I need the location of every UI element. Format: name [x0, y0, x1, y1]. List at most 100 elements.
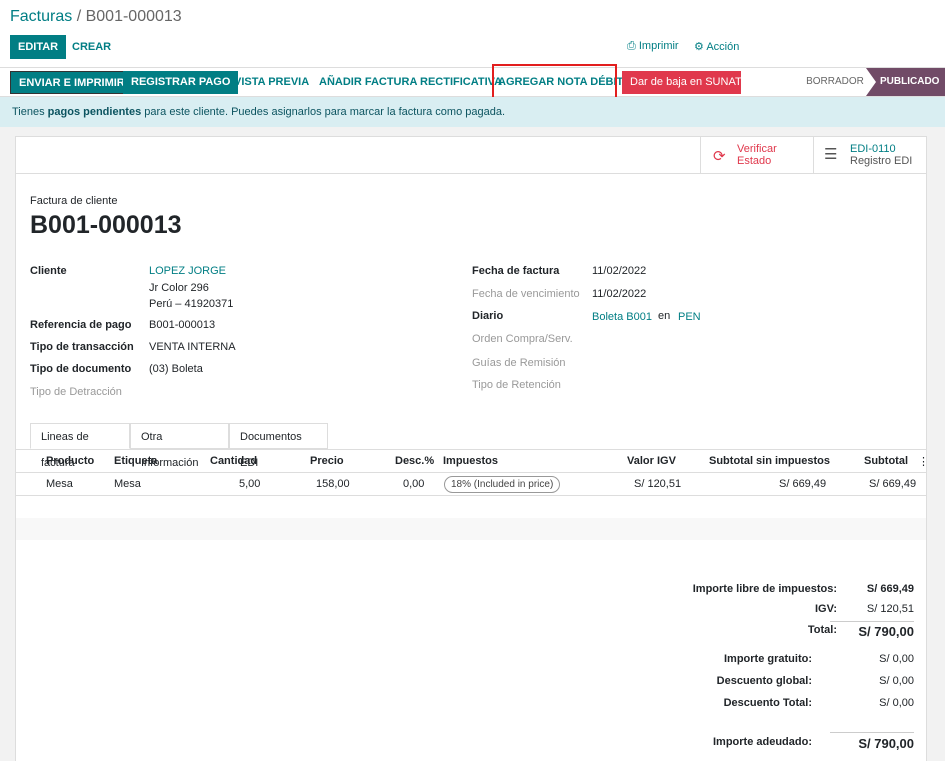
print-label: Imprimir [638, 40, 679, 52]
purchase-order-label: Orden Compra/Serv. [472, 333, 573, 345]
transaction-type-value[interactable]: VENTA INTERNA [149, 341, 236, 353]
col-subtotal[interactable]: Subtotal [864, 455, 908, 467]
refresh-icon: ⟳ [713, 148, 726, 165]
alert-text-bold: pagos pendientes [47, 106, 142, 118]
verify-label-2: Estado [737, 155, 772, 167]
free-amount-label: Importe gratuito: [724, 653, 812, 665]
col-product[interactable]: Producto [46, 455, 94, 467]
row-divider [16, 495, 926, 496]
register-payment-button[interactable]: REGISTRAR PAGO [123, 71, 239, 94]
edi-label-1: EDI-0110 [850, 143, 896, 155]
sunat-cancel-button[interactable]: Dar de baja en SUNAT [622, 71, 742, 94]
column-options-icon[interactable]: ⋮ [918, 455, 929, 468]
cell-label[interactable]: Mesa [114, 478, 141, 490]
client-address-1: Jr Color 296 [149, 282, 209, 294]
col-subtotal-no-tax[interactable]: Subtotal sin impuestos [709, 455, 830, 467]
create-button[interactable]: CREAR [72, 35, 111, 59]
alert-text-start: Tienes [12, 106, 48, 118]
total-discount-value: S/ 0,00 [879, 697, 914, 709]
retention-type-label: Tipo de Retención [472, 379, 561, 391]
tab-invoice-lines[interactable]: Lineas de factura [30, 423, 130, 469]
free-amount-value: S/ 0,00 [879, 653, 914, 665]
server-icon: ☰ [824, 146, 838, 163]
alert-text-end: para este cliente. Puedes asignarlos par… [141, 106, 506, 118]
empty-row [16, 518, 926, 540]
add-debit-note-button[interactable]: AGREGAR NOTA DÉBITO [490, 71, 640, 94]
pending-payments-alert: Tienes pagos pendientes para este client… [0, 97, 945, 127]
journal-in-text: en [658, 310, 671, 322]
document-type-value[interactable]: (03) Boleta [149, 363, 203, 375]
cell-product[interactable]: Mesa [46, 478, 73, 490]
igv-value: S/ 120,51 [866, 603, 914, 615]
total-value: S/ 790,00 [858, 624, 914, 639]
total-label: Total: [807, 624, 837, 636]
tab-edi-documents[interactable]: Documentos EDI [229, 423, 328, 469]
button-box: ⟳ Verificar Estado ☰ EDI-0110 Registro E… [16, 137, 926, 174]
client-name[interactable]: LOPEZ JORGE [149, 265, 226, 277]
invoice-date-value[interactable]: 11/02/2022 [592, 265, 646, 277]
col-quantity[interactable]: Cantidad [210, 455, 257, 467]
currency-value[interactable]: PEN [678, 311, 701, 323]
col-label[interactable]: Etiqueta [114, 455, 157, 467]
transaction-type-label: Tipo de transacción [30, 341, 134, 353]
due-date-label: Fecha de vencimiento [472, 288, 580, 300]
client-address-2: Perú – 41920371 [149, 298, 234, 310]
tax-badge[interactable]: 18% (Included in price) [444, 476, 561, 493]
state-draft: BORRADOR [806, 76, 864, 87]
due-divider [830, 732, 914, 733]
breadcrumb-separator: / [76, 8, 82, 25]
verify-label-1: Verificar [737, 143, 777, 155]
print-dropdown[interactable]: ⎙ Imprimir [627, 40, 679, 53]
col-igv[interactable]: Valor IGV [627, 455, 676, 467]
document-type: Factura de cliente [30, 195, 118, 207]
edi-label-2: Registro EDI [850, 155, 913, 167]
col-taxes[interactable]: Impuestos [443, 455, 498, 467]
invoice-date-label: Fecha de factura [472, 265, 560, 277]
document-type-label: Tipo de documento [30, 363, 132, 375]
payment-ref-label: Referencia de pago [30, 319, 132, 331]
untaxed-amount-label: Importe libre de impuestos: [692, 583, 837, 595]
cell-subtotal: S/ 669,49 [869, 478, 917, 490]
cell-discount[interactable]: 0,00 [403, 478, 424, 490]
breadcrumb-current: B001-000013 [85, 8, 182, 25]
amount-due-label: Importe adeudado: [712, 736, 812, 748]
journal-label: Diario [472, 310, 504, 322]
col-discount[interactable]: Desc.% [395, 455, 434, 467]
verify-status-button[interactable]: ⟳ Verificar Estado [700, 137, 813, 174]
edi-record-button[interactable]: ☰ EDI-0110 Registro EDI [813, 137, 926, 174]
untaxed-amount-value: S/ 669,49 [866, 583, 914, 595]
client-label: Cliente [30, 265, 67, 277]
edit-button[interactable]: EDITAR [10, 35, 67, 59]
cell-quantity[interactable]: 5,00 [239, 478, 260, 490]
global-discount-value: S/ 0,00 [879, 675, 914, 687]
cell-subtotal-no-tax: S/ 669,49 [779, 478, 827, 490]
control-panel: Facturas / B001-000013 EDITAR CREAR ⎙ Im… [0, 0, 945, 127]
total-discount-label: Descuento Total: [723, 697, 812, 709]
breadcrumb-parent[interactable]: Facturas [10, 8, 72, 25]
gear-icon: ⚙ [694, 41, 704, 53]
total-divider [830, 621, 914, 622]
action-dropdown[interactable]: ⚙ Acción [694, 40, 739, 53]
igv-label: IGV: [814, 603, 837, 615]
state-posted: PUBLICADO [866, 68, 945, 96]
remission-guides-label: Guías de Remisión [472, 357, 566, 369]
due-date-value[interactable]: 11/02/2022 [592, 288, 646, 300]
status-bar: ENVIAR E IMPRIMIR REGISTRAR PAGO VISTA P… [0, 67, 945, 97]
add-credit-note-button[interactable]: AÑADIR FACTURA RECTIFICATIVA [311, 71, 510, 94]
header-divider [16, 472, 926, 473]
tab-other-info[interactable]: Otra Información [130, 423, 229, 469]
detraction-type-label: Tipo de Detracción [30, 386, 122, 398]
tab-divider [16, 449, 926, 450]
col-price[interactable]: Precio [310, 455, 344, 467]
preview-button[interactable]: VISTA PREVIA [226, 71, 317, 94]
invoice-sheet: ⟳ Verificar Estado ☰ EDI-0110 Registro E… [15, 136, 929, 761]
document-number: B001-000013 [30, 211, 182, 239]
payment-ref-value[interactable]: B001-000013 [149, 319, 215, 331]
cell-igv: S/ 120,51 [634, 478, 682, 490]
breadcrumb: Facturas / B001-000013 [10, 8, 182, 26]
print-icon: ⎙ [627, 40, 636, 52]
send-print-button[interactable]: ENVIAR E IMPRIMIR [10, 71, 134, 94]
action-label: Acción [706, 41, 740, 53]
journal-value[interactable]: Boleta B001 [592, 311, 652, 323]
cell-price[interactable]: 158,00 [316, 478, 350, 490]
